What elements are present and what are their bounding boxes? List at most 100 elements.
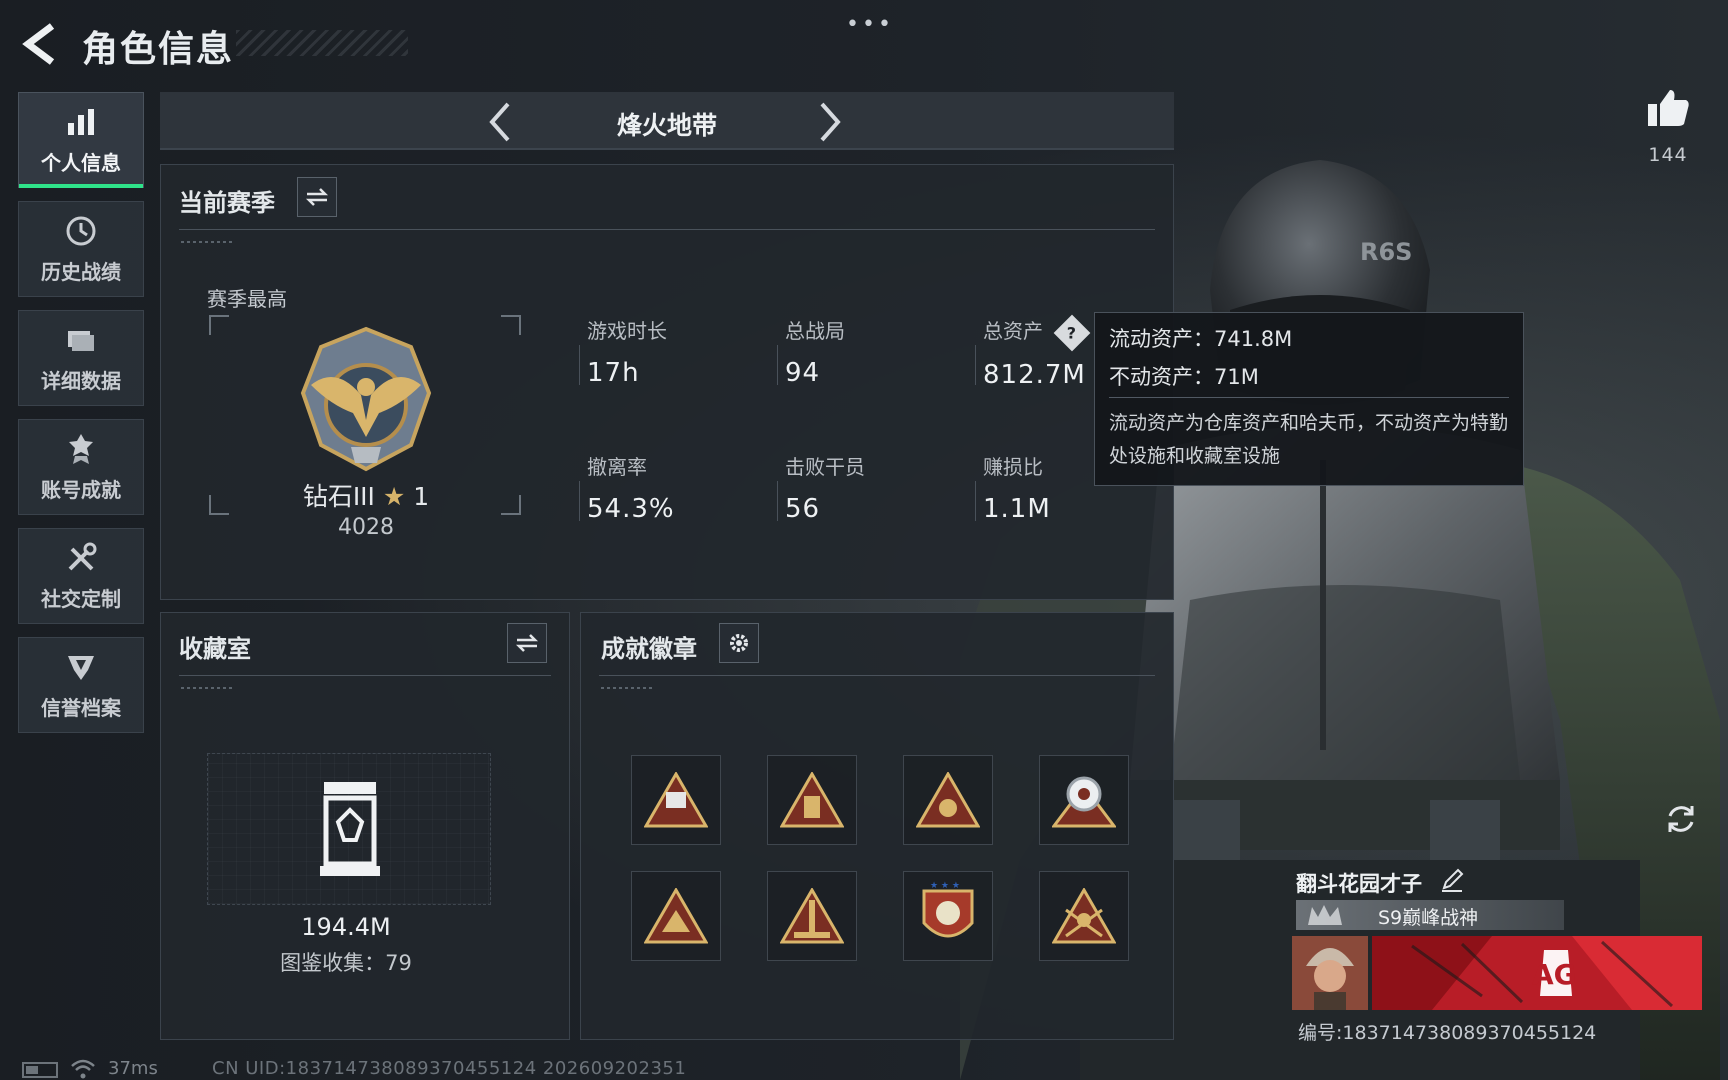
- player-title: S9巅峰战神: [1378, 907, 1479, 929]
- divider-ticks: [181, 687, 235, 689]
- swap-arrows-icon: [305, 188, 329, 206]
- stat-value: 1.1M: [983, 494, 1051, 524]
- like-count: 144: [1648, 144, 1688, 166]
- sidebar-item-social-custom[interactable]: 社交定制: [18, 528, 144, 624]
- stat-label: 总资产 ?: [983, 314, 1091, 351]
- menu-dots[interactable]: •••: [846, 12, 894, 37]
- switch-season-button[interactable]: [297, 177, 337, 217]
- edit-pencil-icon[interactable]: [1440, 868, 1464, 892]
- divider-ticks: [181, 241, 235, 243]
- swap-arrows-icon: [515, 634, 539, 652]
- sidebar-item-label: 个人信息: [41, 150, 121, 175]
- stat-label: 总战局: [785, 319, 845, 343]
- stat-value: 94: [785, 358, 821, 388]
- shield-emblem-icon: [68, 655, 94, 680]
- triangle-badge-icon: [916, 772, 980, 828]
- stat-label-text: 总资产: [983, 319, 1043, 343]
- stat-total-assets: 总资产 ? 812.7M: [975, 314, 1091, 390]
- gear-icon: [730, 634, 748, 652]
- rank-name: 钻石III ★ 1: [201, 477, 531, 513]
- collection-panel: 收藏室 194.4M 图鉴收集：79: [160, 612, 570, 1040]
- badge-slot[interactable]: [767, 755, 857, 845]
- divider-ticks: [601, 687, 655, 689]
- badges-panel: 成就徽章 ★ ★ ★: [580, 612, 1174, 1040]
- season-panel: 当前赛季 赛季最高 钻石III ★ 1 4028 游戏时长 17h 总战局 94: [160, 164, 1174, 600]
- badge-settings-button[interactable]: [719, 623, 759, 663]
- player-name: 翻斗花园才子: [1296, 872, 1422, 896]
- sidebar-item-label: 账号成就: [41, 477, 121, 502]
- stat-label: 击败干员: [785, 455, 865, 479]
- shield-badge-icon: ★ ★ ★: [922, 881, 974, 938]
- rotate-icon[interactable]: [1662, 800, 1700, 838]
- mode-switcher: 烽火地带: [160, 92, 1174, 150]
- rank-score: 4028: [338, 515, 394, 540]
- tools-icon: [68, 542, 97, 570]
- panel-divider: [599, 675, 1155, 676]
- stat-divider: [579, 481, 580, 521]
- stat-divider: [777, 481, 778, 521]
- badges-title: 成就徽章: [601, 635, 697, 663]
- rank-tier: 钻石III: [302, 482, 375, 511]
- battery-icon: [22, 1062, 58, 1078]
- stat-value: 812.7M: [983, 359, 1086, 390]
- sidebar-item-label: 信誉档案: [41, 695, 121, 720]
- triangle-badge-icon: [644, 888, 708, 944]
- sidebar-item-personal-info[interactable]: 个人信息: [18, 92, 144, 188]
- sidebar-item-reputation[interactable]: 信誉档案: [18, 637, 144, 733]
- season-title: 当前赛季: [179, 189, 275, 217]
- player-id[interactable]: 编号:1837147380893704551​24: [1298, 1018, 1596, 1045]
- badge-slot[interactable]: ★ ★ ★: [903, 871, 993, 961]
- star-icon: ★: [382, 482, 406, 511]
- liquid-assets: 流动资产：741.8M: [1109, 327, 1293, 351]
- sidebar-item-label: 社交定制: [41, 586, 121, 611]
- stat-divider: [975, 481, 976, 521]
- title-emblem-icon: [1308, 905, 1342, 925]
- badge-slot[interactable]: [1039, 871, 1129, 961]
- triangle-badge-icon: [644, 772, 708, 828]
- stat-divider: [975, 345, 976, 385]
- title-decoration: [236, 30, 408, 56]
- asset-tooltip: 流动资产：741.8M 不动资产：71M 流动资产为仓库资产和哈夫币，不动资产为…: [1094, 312, 1524, 486]
- chevron-right-icon[interactable]: [812, 100, 848, 144]
- sidebar-item-label: 历史战绩: [41, 259, 121, 284]
- tooltip-note: 流动资产为仓库资产和哈夫币，不动资产为特勤处设施和收藏室设施: [1109, 412, 1509, 467]
- triangle-badge-icon: [1052, 888, 1116, 944]
- wifi-icon: [71, 1059, 95, 1079]
- collection-value: 194.4M: [301, 913, 391, 941]
- stat-kills: 击败干员 56: [777, 451, 865, 524]
- stat-value: 54.3%: [587, 494, 675, 524]
- badge-slot[interactable]: [903, 755, 993, 845]
- uid-readout: CN UID:183714738089370455124 20260920235…: [212, 1058, 687, 1079]
- season-best-label: 赛季最高: [207, 287, 287, 311]
- stat-extract-rate: 撤离率 54.3%: [579, 451, 675, 524]
- collection-display[interactable]: [207, 753, 491, 905]
- bar-chart-icon: [68, 108, 94, 135]
- triangle-badge-icon: [780, 772, 844, 828]
- team-banner: AG: [1372, 936, 1702, 1010]
- stat-profit-ratio: 赚损比 1.1M: [975, 451, 1051, 524]
- folder-icon: [68, 330, 94, 351]
- thumbs-up-icon[interactable]: [1646, 86, 1690, 130]
- sidebar-item-detailed-data[interactable]: 详细数据: [18, 310, 144, 406]
- sidebar-item-label: 详细数据: [41, 368, 121, 393]
- badge-slot[interactable]: [767, 871, 857, 961]
- badge-slot[interactable]: [631, 755, 721, 845]
- back-arrow-icon[interactable]: [20, 22, 60, 66]
- history-clock-icon: [66, 216, 96, 245]
- panel-divider: [179, 675, 551, 676]
- panel-divider: [179, 229, 1155, 230]
- badge-slot[interactable]: [631, 871, 721, 961]
- mode-title: 烽火地带: [616, 111, 717, 140]
- sidebar-item-history[interactable]: 历史战绩: [18, 201, 144, 297]
- rank-emblem-icon: [300, 326, 432, 472]
- help-icon[interactable]: ?: [1053, 314, 1091, 351]
- stat-playtime: 游戏时长 17h: [579, 315, 667, 388]
- avatar[interactable]: [1292, 936, 1368, 1010]
- stat-label: 赚损比: [983, 455, 1043, 479]
- achievement-medal-icon: [69, 433, 93, 464]
- stat-label: 游戏时长: [587, 319, 667, 343]
- switch-collection-button[interactable]: [507, 623, 547, 663]
- collection-title: 收藏室: [179, 635, 251, 663]
- sidebar-item-achievements[interactable]: 账号成就: [18, 419, 144, 515]
- badge-slot[interactable]: [1039, 755, 1129, 845]
